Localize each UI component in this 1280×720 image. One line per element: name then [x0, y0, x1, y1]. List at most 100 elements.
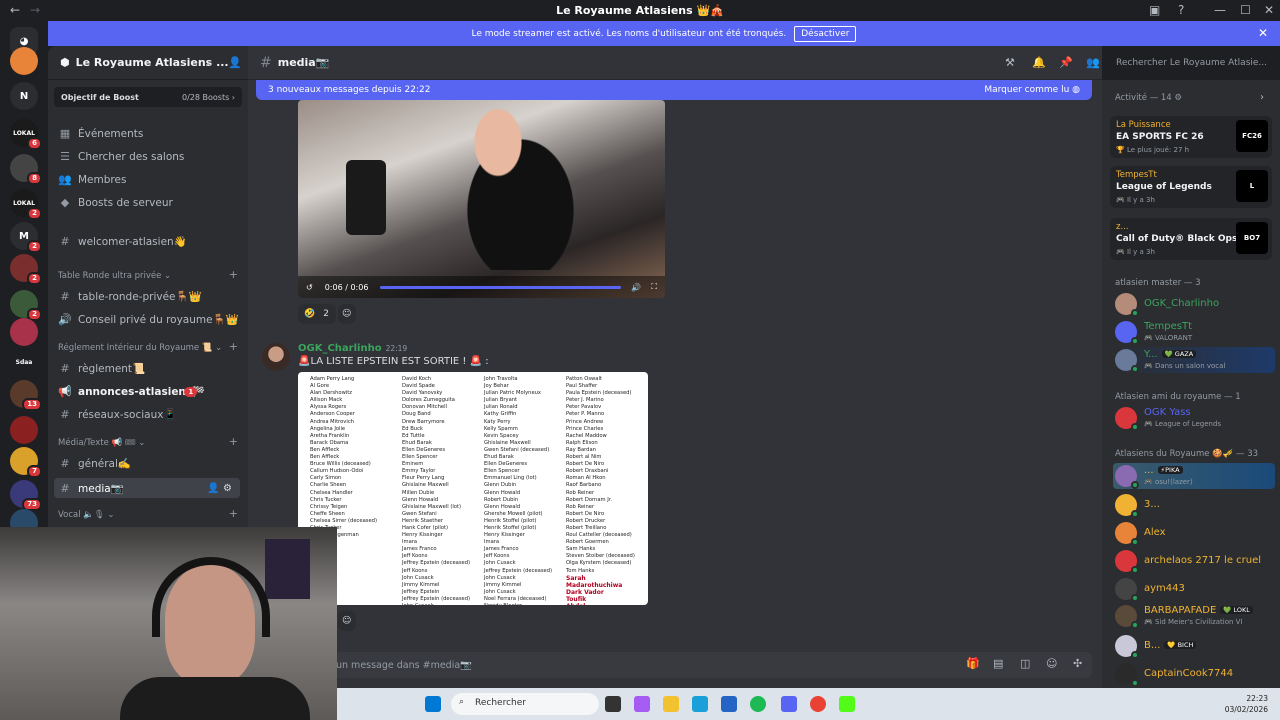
activity-card[interactable]: La Puissance EA SPORTS FC 26 🏆 Le plus jou…: [1110, 116, 1272, 158]
member-item[interactable]: aym443: [1115, 576, 1275, 602]
new-messages-bar[interactable]: 3 nouveaux messages depuis 22:22 Marquer…: [256, 80, 1092, 100]
discord-icon[interactable]: [781, 696, 797, 712]
search-input[interactable]: Rechercher Le Royaume Atlasie...: [1110, 52, 1274, 74]
avatar: [1115, 465, 1139, 489]
channel-item[interactable]: # media📷 👤 ⚙: [54, 478, 240, 498]
gif-icon[interactable]: ▤: [993, 657, 1003, 670]
mark-read-button[interactable]: Marquer comme lu ◍: [984, 85, 1080, 95]
chrome-icon[interactable]: [810, 696, 826, 712]
attached-image-document[interactable]: Adam Perry Lang Al Gore Alan Dershowitz All…: [298, 372, 648, 605]
emoji-icon[interactable]: ☺: [1046, 657, 1057, 670]
minimize-icon[interactable]: —: [1214, 3, 1226, 17]
server-icon[interactable]: M2: [10, 222, 42, 253]
close-icon[interactable]: ✕: [1258, 26, 1268, 40]
message-author[interactable]: OGK_Charlinho 22:19: [298, 343, 407, 354]
member-item[interactable]: TempesTt 🎮 VALORANT: [1115, 319, 1275, 345]
add-channel-icon[interactable]: +: [229, 268, 238, 281]
help-icon[interactable]: ?: [1178, 3, 1184, 17]
copilot-icon[interactable]: [634, 696, 650, 712]
server-icon[interactable]: 2: [10, 254, 42, 285]
member-name: 3...: [1144, 499, 1160, 510]
add-channel-icon[interactable]: +: [229, 340, 238, 353]
file-explorer-icon[interactable]: [663, 696, 679, 712]
kick-icon[interactable]: [839, 696, 855, 712]
server-header[interactable]: ⬢ Le Royaume Atlasiens ... ⌄ 👤: [48, 46, 248, 80]
member-item[interactable]: B... 💛 BICH: [1115, 633, 1275, 659]
windows-start-icon[interactable]: [425, 696, 441, 712]
sidebar-nav-item[interactable]: ▦ Événements: [58, 127, 144, 140]
fullscreen-icon[interactable]: ⛶: [651, 282, 657, 292]
store-icon[interactable]: [721, 696, 737, 712]
server-icon[interactable]: 7: [10, 447, 42, 478]
server-icon[interactable]: LOKAL 2: [10, 189, 42, 220]
video-progress[interactable]: [380, 285, 622, 289]
member-item[interactable]: ... ⚡PIKA 🎮 osu!(lazer): [1115, 463, 1275, 489]
member-list-icon[interactable]: 👥: [1086, 56, 1100, 69]
taskbar-search[interactable]: ⌕ Rechercher: [451, 693, 599, 715]
volume-icon[interactable]: 🔊: [631, 283, 641, 292]
pin-icon[interactable]: 📌: [1059, 56, 1073, 69]
channel-item[interactable]: # réseaux-sociaux📱: [58, 408, 176, 421]
status-indicator: [1131, 594, 1139, 602]
channel-item[interactable]: # règlement📜: [58, 362, 145, 375]
activity-card[interactable]: z... Call of Duty® Black Ops 7 🎮 Il y a 3h…: [1110, 218, 1272, 260]
member-item[interactable]: archelaos 2717 le cruel: [1115, 548, 1275, 574]
member-item[interactable]: OGK_Charlinho: [1115, 291, 1275, 317]
sidebar-nav-item[interactable]: 👥 Membres: [58, 173, 126, 186]
threads-icon[interactable]: ⚒: [1005, 56, 1015, 69]
edge-icon[interactable]: [692, 696, 708, 712]
server-icon[interactable]: N: [10, 82, 38, 110]
document-name-entry: Ghislaine Maxwell: [402, 482, 449, 489]
channel-category[interactable]: Table Ronde ultra privée ⌄: [58, 271, 171, 281]
server-icon[interactable]: [10, 416, 38, 444]
reaction[interactable]: 🤣 2: [298, 304, 336, 324]
server-icon[interactable]: 13: [10, 380, 42, 411]
channel-item[interactable]: 📢 annonces-atlasiens🏁 1: [58, 385, 205, 398]
replay-icon[interactable]: ↺: [306, 283, 313, 292]
sidebar-nav-item[interactable]: ◆ Boosts de serveur: [58, 196, 173, 209]
channel-welcome[interactable]: # welcomer-atlasien👋: [58, 235, 186, 248]
gift-icon[interactable]: 🎁: [966, 657, 980, 670]
server-icon[interactable]: 2: [10, 290, 42, 321]
chevron-right-icon[interactable]: ›: [1260, 92, 1264, 103]
task-view-icon[interactable]: [605, 696, 621, 712]
member-item[interactable]: OGK Yass 🎮 League of Legends: [1115, 405, 1275, 431]
member-item[interactable]: Alex: [1115, 520, 1275, 546]
server-icon[interactable]: 8: [10, 154, 42, 185]
server-icon[interactable]: LOKAL 6: [10, 119, 42, 150]
spotify-icon[interactable]: [750, 696, 766, 712]
category-label: Média/Texte 📢 🎟: [58, 438, 136, 448]
member-item[interactable]: Y... 💚 GAZA 🎮 Dans un salon vocal: [1115, 347, 1275, 373]
member-item[interactable]: BARBAPAFADE 💚 LOKL 🎮 Sid Meier's Civilizat…: [1115, 603, 1275, 629]
channel-item[interactable]: 🔊 Conseil privé du royaume🪑👑: [58, 313, 239, 326]
bell-icon[interactable]: 🔔: [1032, 56, 1046, 69]
member-item[interactable]: 3...: [1115, 492, 1275, 518]
boost-goal[interactable]: Objectif de Boost 0/28 Boosts ›: [54, 87, 242, 107]
avatar[interactable]: [262, 343, 290, 371]
channel-settings-icon[interactable]: 👤 ⚙: [207, 483, 232, 494]
channel-category[interactable]: Vocal 🔈🎙 ⌄: [58, 510, 115, 520]
apps-icon[interactable]: ✣: [1073, 657, 1082, 670]
sticker-icon[interactable]: ◫: [1020, 657, 1030, 670]
server-icon[interactable]: 73: [10, 480, 42, 511]
inbox-icon[interactable]: ▣: [1149, 3, 1160, 17]
add-member-icon[interactable]: 👤: [228, 56, 242, 69]
channel-item[interactable]: # général✍️: [58, 457, 131, 470]
add-reaction-icon[interactable]: ☺: [338, 611, 356, 631]
sidebar-nav-item[interactable]: ☰ Chercher des salons: [58, 150, 184, 163]
close-icon[interactable]: ✕: [1264, 3, 1274, 17]
channel-item[interactable]: # table-ronde-privée🪑👑: [58, 290, 201, 303]
activity-card[interactable]: TempesTt League of Legends 🎮 Il y a 3h L: [1110, 166, 1272, 208]
server-icon[interactable]: [10, 318, 38, 346]
server-icon[interactable]: [10, 47, 38, 75]
channel-category[interactable]: Réglement Intérieur du Royaume 📜 ⌄: [58, 343, 222, 353]
add-reaction-icon[interactable]: ☺: [338, 304, 356, 324]
add-channel-icon[interactable]: +: [229, 507, 238, 520]
video-player[interactable]: ↺ 0:06 / 0:06 🔊 ⛶: [298, 100, 665, 298]
member-item[interactable]: CaptainCook7744: [1115, 661, 1275, 687]
server-icon[interactable]: Sdaa: [10, 348, 38, 376]
maximize-icon[interactable]: ☐: [1240, 3, 1251, 17]
channel-category[interactable]: Média/Texte 📢 🎟 ⌄: [58, 438, 145, 448]
add-channel-icon[interactable]: +: [229, 435, 238, 448]
disable-streamer-button[interactable]: Désactiver: [794, 25, 857, 42]
